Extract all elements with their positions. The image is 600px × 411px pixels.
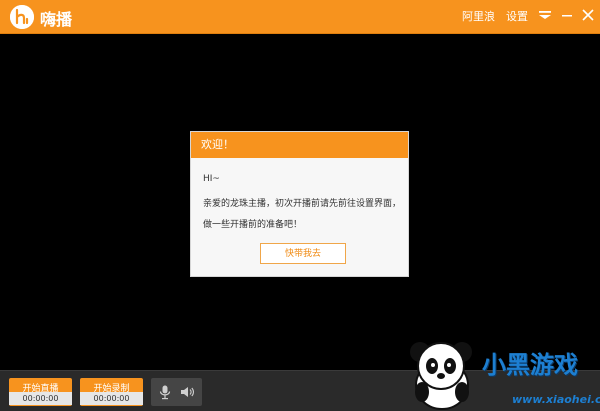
minimize-icon[interactable] [559,7,575,23]
close-icon[interactable] [580,7,596,23]
app-title: 嗨播 [40,10,73,29]
app-logo-icon [10,5,34,29]
record-timer: 00:00:00 [80,392,143,405]
live-timer: 00:00:00 [9,392,72,405]
start-live-button[interactable]: 开始直播 00:00:00 [9,378,72,406]
welcome-dialog: 欢迎！ HI~ 亲爱的龙珠主播，初次开播前请先前往设置界面， 做一些开播前的准备… [190,131,409,277]
dialog-greeting: HI~ [203,174,220,184]
speaker-icon[interactable] [179,384,195,400]
dialog-body: HI~ 亲爱的龙珠主播，初次开播前请先前往设置界面， 做一些开播前的准备吧！ 快… [191,158,408,278]
site-watermark: 小黑游戏 www.xiaohei.com [402,330,600,411]
dialog-message-line: 做一些开播前的准备吧！ [203,220,303,230]
watermark-url: www.xiaohei.com [512,393,600,406]
panda-mascot-icon [410,342,472,410]
dialog-title: 欢迎！ [191,132,408,158]
start-record-button[interactable]: 开始录制 00:00:00 [80,378,143,406]
dialog-message-line: 亲爱的龙珠主播，初次开播前请先前往设置界面， [203,199,402,209]
settings-link[interactable]: 设置 [506,8,528,24]
audio-controls [151,378,202,406]
user-name-link[interactable]: 阿里浪 [462,8,495,24]
watermark-text: 小黑游戏 [482,351,578,379]
menu-dropdown-icon[interactable] [537,7,553,23]
microphone-icon[interactable] [157,384,173,400]
title-bar: 嗨播 阿里浪 设置 [0,0,600,34]
go-to-settings-button[interactable]: 快带我去 [260,243,346,264]
